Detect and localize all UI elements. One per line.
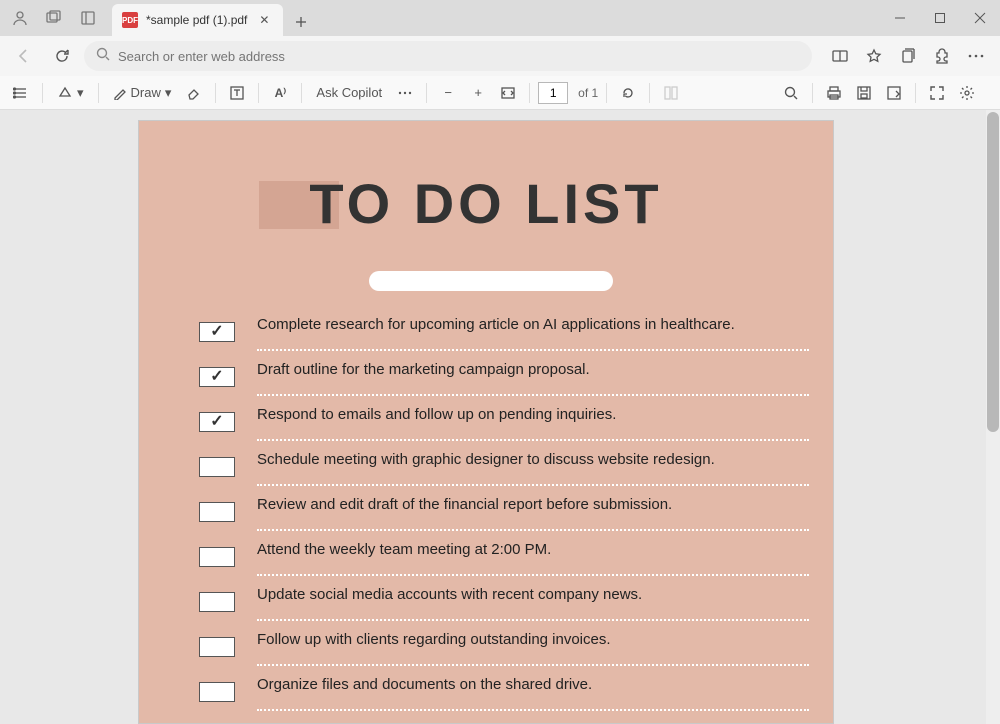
document-title: TO DO LIST <box>139 171 833 236</box>
todo-item-text: Attend the weekly team meeting at 2:00 P… <box>257 541 551 568</box>
tab-actions-icon[interactable] <box>74 4 102 32</box>
rotate-button[interactable] <box>615 80 641 106</box>
dotted-line <box>257 664 809 666</box>
more-button[interactable] <box>960 40 992 72</box>
checkbox[interactable] <box>199 592 235 612</box>
page-total: of 1 <box>578 86 598 100</box>
todo-item: Complete research for upcoming article o… <box>199 316 799 361</box>
zoom-in-button[interactable]: + <box>465 80 491 106</box>
save-as-button[interactable] <box>881 80 907 106</box>
maximize-button[interactable] <box>920 0 960 36</box>
dotted-line <box>257 394 809 396</box>
new-tab-button[interactable] <box>287 8 315 36</box>
dotted-line <box>257 709 809 711</box>
dotted-line <box>257 439 809 441</box>
collections-icon[interactable] <box>892 40 924 72</box>
profile-icon[interactable] <box>6 4 34 32</box>
split-screen-icon[interactable] <box>824 40 856 72</box>
fit-page-button[interactable] <box>495 80 521 106</box>
todo-list: Complete research for upcoming article o… <box>199 316 799 721</box>
chevron-down-icon: ▾ <box>165 85 172 101</box>
more-tools-button[interactable] <box>392 80 418 106</box>
dotted-line <box>257 484 809 486</box>
window-controls <box>880 0 1000 36</box>
todo-item: Review and edit draft of the financial r… <box>199 496 799 541</box>
todo-item: Follow up with clients regarding outstan… <box>199 631 799 676</box>
todo-item-text: Update social media accounts with recent… <box>257 586 642 613</box>
extensions-icon[interactable] <box>926 40 958 72</box>
zoom-out-button[interactable]: − <box>435 80 461 106</box>
tab-title: *sample pdf (1).pdf <box>146 13 247 27</box>
todo-item-text: Complete research for upcoming article o… <box>257 316 735 343</box>
titlebar: PDF *sample pdf (1).pdf ✕ <box>0 0 1000 36</box>
highlight-button[interactable]: ▾ <box>51 80 90 106</box>
erase-button[interactable] <box>181 80 207 106</box>
text-button[interactable] <box>224 80 250 106</box>
todo-item-text: Draft outline for the marketing campaign… <box>257 361 590 388</box>
back-button[interactable] <box>8 40 40 72</box>
checkbox[interactable] <box>199 367 235 387</box>
close-window-button[interactable] <box>960 0 1000 36</box>
checkbox[interactable] <box>199 547 235 567</box>
checkbox[interactable] <box>199 502 235 522</box>
todo-item-text: Respond to emails and follow up on pendi… <box>257 406 616 433</box>
ask-copilot-button[interactable]: Ask Copilot <box>310 80 388 106</box>
todo-item-text: Organize files and documents on the shar… <box>257 676 592 703</box>
dotted-line <box>257 529 809 531</box>
checkbox[interactable] <box>199 637 235 657</box>
pdf-viewport[interactable]: TO DO LIST Complete research for upcomin… <box>0 110 1000 724</box>
checkbox[interactable] <box>199 457 235 477</box>
minimize-button[interactable] <box>880 0 920 36</box>
pdf-icon: PDF <box>122 12 138 28</box>
todo-item-text: Review and edit draft of the financial r… <box>257 496 672 523</box>
page-number-input[interactable] <box>538 82 568 104</box>
omnibox-input[interactable] <box>118 49 800 64</box>
find-button[interactable] <box>778 80 804 106</box>
pdf-page: TO DO LIST Complete research for upcomin… <box>138 120 834 724</box>
print-button[interactable] <box>821 80 847 106</box>
scrollbar-thumb[interactable] <box>987 112 999 432</box>
refresh-button[interactable] <box>46 40 78 72</box>
omnibox[interactable] <box>84 41 812 71</box>
read-aloud-button[interactable]: A⁾ <box>267 80 293 106</box>
vertical-scrollbar[interactable] <box>986 110 1000 724</box>
favorites-icon[interactable] <box>858 40 890 72</box>
pdf-toolbar: ▾ Draw▾ A⁾ Ask Copilot − + of 1 <box>0 76 1000 110</box>
contents-icon[interactable] <box>8 80 34 106</box>
chevron-down-icon: ▾ <box>77 85 84 101</box>
checkbox[interactable] <box>199 412 235 432</box>
todo-item: Attend the weekly team meeting at 2:00 P… <box>199 541 799 586</box>
save-button[interactable] <box>851 80 877 106</box>
todo-item: Schedule meeting with graphic designer t… <box>199 451 799 496</box>
dotted-line <box>257 349 809 351</box>
dotted-line <box>257 574 809 576</box>
todo-item: Update social media accounts with recent… <box>199 586 799 631</box>
search-icon <box>96 47 110 66</box>
page-view-button[interactable] <box>658 80 684 106</box>
address-bar <box>0 36 1000 76</box>
draw-button[interactable]: Draw▾ <box>107 80 178 106</box>
todo-item-text: Follow up with clients regarding outstan… <box>257 631 611 658</box>
browser-tab[interactable]: PDF *sample pdf (1).pdf ✕ <box>112 4 283 36</box>
todo-item: Respond to emails and follow up on pendi… <box>199 406 799 451</box>
workspaces-icon[interactable] <box>40 4 68 32</box>
todo-item: Organize files and documents on the shar… <box>199 676 799 721</box>
settings-button[interactable] <box>954 80 980 106</box>
checkbox[interactable] <box>199 322 235 342</box>
title-underline <box>369 271 613 291</box>
todo-item-text: Schedule meeting with graphic designer t… <box>257 451 715 478</box>
checkbox[interactable] <box>199 682 235 702</box>
close-tab-button[interactable]: ✕ <box>255 11 273 29</box>
fullscreen-button[interactable] <box>924 80 950 106</box>
dotted-line <box>257 619 809 621</box>
todo-item: Draft outline for the marketing campaign… <box>199 361 799 406</box>
